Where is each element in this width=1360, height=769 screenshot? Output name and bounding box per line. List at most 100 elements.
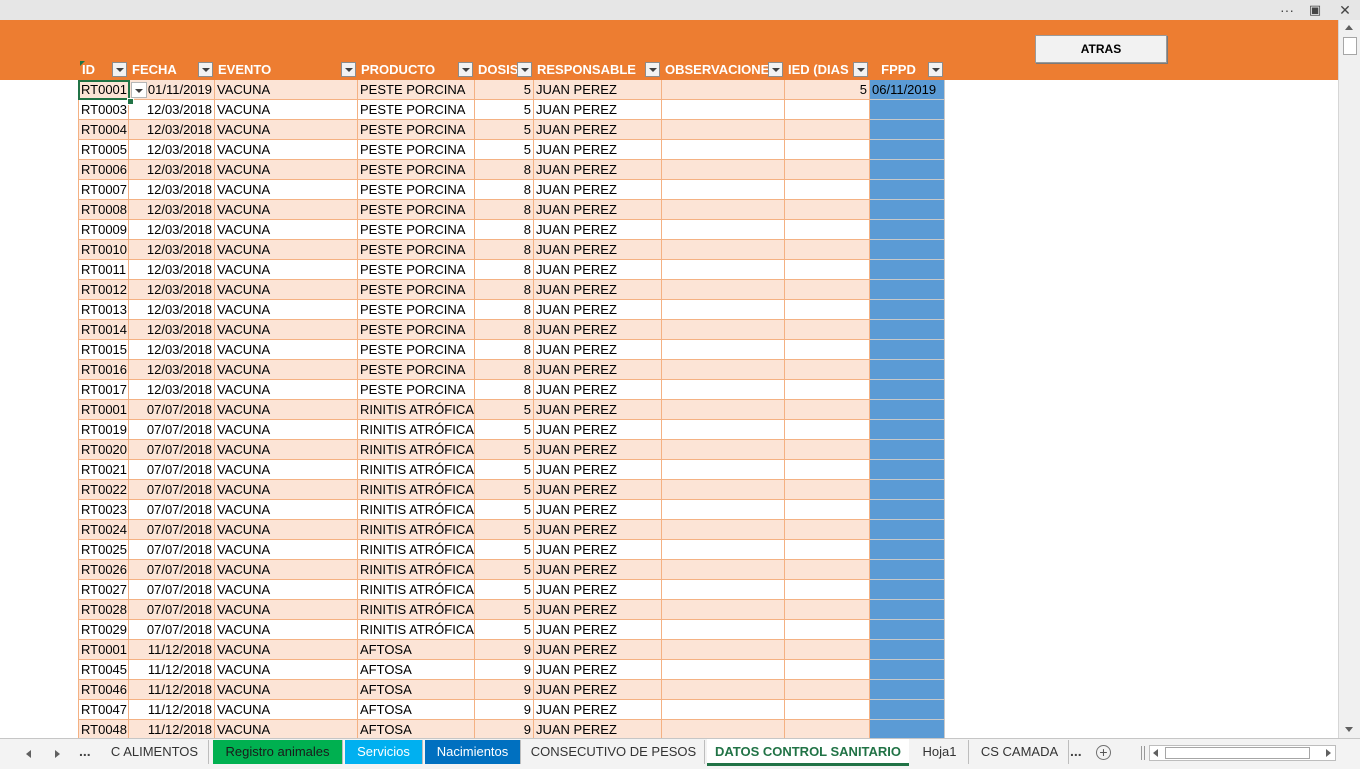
cell-fecha[interactable]: 12/03/2018 (129, 240, 215, 260)
cell-fecha[interactable]: 07/07/2018 (129, 420, 215, 440)
cell-producto[interactable]: PESTE PORCINA (358, 80, 475, 100)
cell-id[interactable]: RT0025 (79, 540, 129, 560)
cell-responsable[interactable]: JUAN PEREZ (534, 240, 662, 260)
cell-dosis[interactable]: 5 (475, 560, 534, 580)
column-header-observaciones[interactable]: OBSERVACIONES (662, 60, 785, 79)
cell-evento[interactable]: VACUNA (215, 260, 358, 280)
cell-fppd[interactable] (870, 540, 945, 560)
cell-fecha[interactable]: 07/07/2018 (129, 480, 215, 500)
cell-producto[interactable]: AFTOSA (358, 720, 475, 740)
cell-id[interactable]: RT0004 (79, 120, 129, 140)
cell-dosis[interactable]: 8 (475, 360, 534, 380)
cell-fecha[interactable]: 12/03/2018 (129, 180, 215, 200)
cell-id[interactable]: RT0028 (79, 600, 129, 620)
cell-evento[interactable]: VACUNA (215, 440, 358, 460)
cell-fecha[interactable]: 11/12/2018 (129, 720, 215, 740)
cell-responsable[interactable]: JUAN PEREZ (534, 540, 662, 560)
cell-ied-dias[interactable] (785, 540, 870, 560)
cell-responsable[interactable]: JUAN PEREZ (534, 200, 662, 220)
cell-fppd[interactable] (870, 220, 945, 240)
cell-producto[interactable]: AFTOSA (358, 640, 475, 660)
cell-ied-dias[interactable] (785, 180, 870, 200)
cell-producto[interactable]: RINITIS ATRÓFICA (358, 460, 475, 480)
cell-ied-dias[interactable] (785, 220, 870, 240)
cell-id[interactable]: RT0003 (79, 100, 129, 120)
cell-responsable[interactable]: JUAN PEREZ (534, 620, 662, 640)
cell-fppd[interactable] (870, 120, 945, 140)
cell-id[interactable]: RT0005 (79, 140, 129, 160)
cell-observaciones[interactable] (662, 500, 785, 520)
cell-fppd[interactable] (870, 460, 945, 480)
cell-evento[interactable]: VACUNA (215, 600, 358, 620)
cell-responsable[interactable]: JUAN PEREZ (534, 180, 662, 200)
cell-fppd[interactable] (870, 580, 945, 600)
cell-id[interactable]: RT0012 (79, 280, 129, 300)
cell-producto[interactable]: PESTE PORCINA (358, 140, 475, 160)
cell-observaciones[interactable] (662, 460, 785, 480)
cell-producto[interactable]: PESTE PORCINA (358, 380, 475, 400)
cell-responsable[interactable]: JUAN PEREZ (534, 280, 662, 300)
close-window-icon[interactable]: ✕ (1334, 1, 1356, 19)
cell-dosis[interactable]: 8 (475, 340, 534, 360)
cell-observaciones[interactable] (662, 80, 785, 100)
cell-fecha[interactable]: 12/03/2018 (129, 280, 215, 300)
cell-observaciones[interactable] (662, 600, 785, 620)
cell-ied-dias[interactable]: 5 (785, 80, 870, 100)
cell-evento[interactable]: VACUNA (215, 360, 358, 380)
cell-observaciones[interactable] (662, 620, 785, 640)
vertical-scrollbar[interactable] (1338, 20, 1360, 738)
cell-observaciones[interactable] (662, 160, 785, 180)
filter-dropdown-icon[interactable] (458, 62, 473, 77)
cell-dosis[interactable]: 9 (475, 720, 534, 740)
cell-observaciones[interactable] (662, 360, 785, 380)
vertical-scroll-thumb[interactable] (1343, 37, 1357, 55)
cell-responsable[interactable]: JUAN PEREZ (534, 220, 662, 240)
cell-id[interactable]: RT0029 (79, 620, 129, 640)
cell-dosis[interactable]: 8 (475, 380, 534, 400)
cell-fppd[interactable] (870, 340, 945, 360)
cell-id[interactable]: RT0011 (79, 260, 129, 280)
cell-dosis[interactable]: 8 (475, 260, 534, 280)
cell-fecha[interactable]: 12/03/2018 (129, 360, 215, 380)
cell-producto[interactable]: PESTE PORCINA (358, 160, 475, 180)
atras-button[interactable]: ATRAS (1035, 35, 1167, 63)
cell-observaciones[interactable] (662, 280, 785, 300)
cell-fppd[interactable] (870, 420, 945, 440)
horizontal-scroll-thumb[interactable] (1165, 747, 1310, 759)
cell-fppd[interactable] (870, 680, 945, 700)
cell-dosis[interactable]: 5 (475, 120, 534, 140)
cell-observaciones[interactable] (662, 300, 785, 320)
cell-producto[interactable]: RINITIS ATRÓFICA (358, 400, 475, 420)
cell-evento[interactable]: VACUNA (215, 520, 358, 540)
cell-id[interactable]: RT0047 (79, 700, 129, 720)
cell-observaciones[interactable] (662, 560, 785, 580)
cell-evento[interactable]: VACUNA (215, 200, 358, 220)
cell-fppd[interactable] (870, 620, 945, 640)
cell-fppd[interactable] (870, 660, 945, 680)
cell-fppd[interactable] (870, 480, 945, 500)
cell-dropdown-button[interactable] (131, 82, 147, 98)
cell-producto[interactable]: PESTE PORCINA (358, 320, 475, 340)
cell-dosis[interactable]: 5 (475, 480, 534, 500)
cell-responsable[interactable]: JUAN PEREZ (534, 140, 662, 160)
cell-fecha[interactable]: 11/12/2018 (129, 640, 215, 660)
cell-producto[interactable]: PESTE PORCINA (358, 180, 475, 200)
cell-fppd[interactable] (870, 200, 945, 220)
cell-id[interactable]: RT0006 (79, 160, 129, 180)
cell-observaciones[interactable] (662, 120, 785, 140)
cell-observaciones[interactable] (662, 240, 785, 260)
cell-evento[interactable]: VACUNA (215, 580, 358, 600)
cell-ied-dias[interactable] (785, 100, 870, 120)
cell-evento[interactable]: VACUNA (215, 80, 358, 100)
cell-responsable[interactable]: JUAN PEREZ (534, 400, 662, 420)
cell-dosis[interactable]: 5 (475, 460, 534, 480)
cell-ied-dias[interactable] (785, 240, 870, 260)
scroll-up-icon[interactable] (1339, 20, 1360, 36)
cell-fecha[interactable]: 11/12/2018 (129, 680, 215, 700)
cell-observaciones[interactable] (662, 580, 785, 600)
cell-dosis[interactable]: 8 (475, 160, 534, 180)
sheet-tab-datos-control-sanitario[interactable]: DATOS CONTROL SANITARIO (707, 739, 909, 766)
cell-fecha[interactable]: 07/07/2018 (129, 440, 215, 460)
cell-fppd[interactable] (870, 280, 945, 300)
cell-id[interactable]: RT0009 (79, 220, 129, 240)
